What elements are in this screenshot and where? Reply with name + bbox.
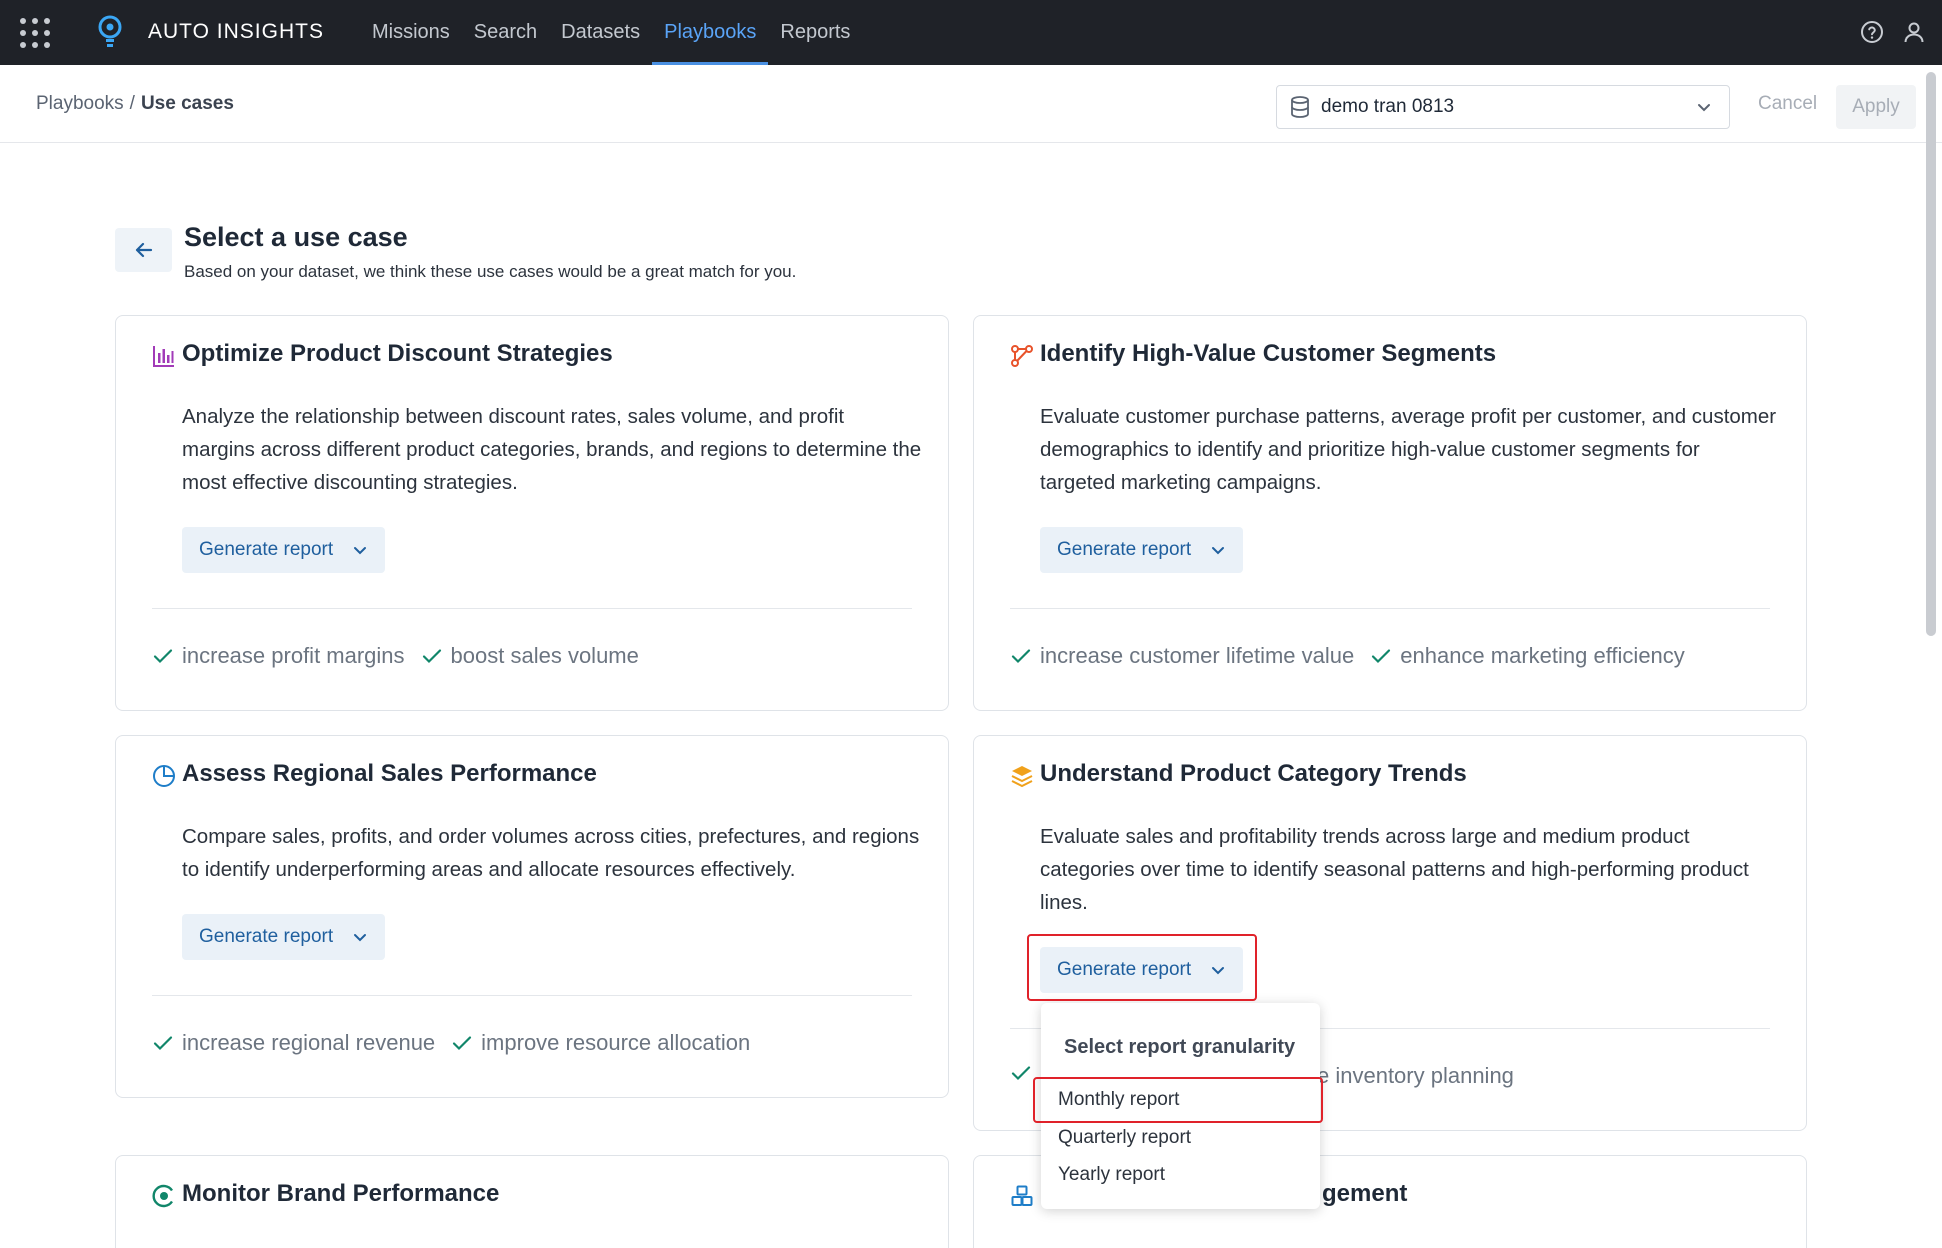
check-icon [153, 1036, 173, 1051]
use-case-card-discount: Optimize Product Discount Strategies Ana… [115, 315, 949, 711]
back-button[interactable] [115, 228, 172, 272]
benefit-item: enhance marketing efficiency [1370, 643, 1685, 669]
check-icon [453, 1036, 472, 1051]
card-description: Evaluate customer purchase patterns, ave… [1040, 405, 1777, 494]
bar-chart-icon [153, 346, 174, 367]
chevron-down-icon [1212, 547, 1224, 555]
cancel-button[interactable]: Cancel [1758, 93, 1817, 115]
quarterly-report-option[interactable]: Quarterly report [1058, 1127, 1191, 1149]
segments-icon [1011, 345, 1033, 367]
generate-report-label: Generate report [1057, 539, 1192, 560]
benefit-item: increase profit margins [152, 643, 405, 669]
card-divider [152, 608, 912, 609]
card-divider [1010, 608, 1770, 609]
card-title: Understand Product Category Trends [1040, 760, 1467, 787]
generate-report-label: Generate report [1057, 959, 1192, 980]
check-icon [1372, 649, 1391, 664]
generate-report-button[interactable]: Generate report [182, 914, 385, 960]
chevron-down-icon [354, 547, 366, 555]
card-title: Identify High-Value Customer Segments [1040, 340, 1497, 367]
nav-reports[interactable]: Reports [768, 0, 862, 65]
nav-search[interactable]: Search [462, 0, 549, 65]
chevron-down-icon [1698, 104, 1710, 112]
nav-missions[interactable]: Missions [360, 0, 462, 65]
check-icon [422, 649, 441, 664]
dropdown-title: Select report granularity [1064, 1036, 1296, 1058]
arrow-left-icon [135, 242, 152, 258]
generate-report-button[interactable]: Generate report [1040, 947, 1243, 993]
lightbulb-logo-icon [98, 15, 122, 47]
boxes-icon [1011, 1185, 1033, 1206]
check-icon [1011, 1066, 1031, 1081]
chevron-down-icon [1212, 967, 1224, 975]
benefits-list: increase regional revenue improve resour… [152, 1030, 766, 1056]
brand-icon [152, 1184, 174, 1208]
breadcrumb-separator: / [129, 93, 135, 114]
top-navigation-bar: AUTO INSIGHTS Missions Search Datasets P… [0, 0, 1942, 65]
card-title: Assess Regional Sales Performance [182, 760, 597, 787]
benefit-text: boost sales volume [450, 643, 639, 668]
card-title-partial: gement [1322, 1180, 1408, 1207]
use-case-card-customer-segments: Identify High-Value Customer Segments Ev… [973, 315, 1807, 711]
benefit-text: increase regional revenue [182, 1030, 436, 1055]
generate-report-button[interactable]: Generate report [1040, 527, 1243, 573]
use-case-card-regional-sales: Assess Regional Sales Performance Compar… [115, 735, 949, 1098]
help-icon[interactable] [1860, 20, 1884, 44]
benefit-item: increase regional revenue [152, 1030, 435, 1056]
database-icon [1291, 96, 1309, 118]
dataset-select-value: demo tran 0813 [1321, 96, 1455, 117]
brand-name: AUTO INSIGHTS [148, 20, 324, 43]
nav-playbooks[interactable]: Playbooks [652, 0, 769, 65]
card-description: Compare sales, profits, and order volume… [182, 825, 920, 881]
check-icon [1011, 649, 1031, 664]
monthly-report-option[interactable]: Monthly report [1058, 1089, 1179, 1111]
user-icon[interactable] [1902, 20, 1926, 44]
generate-report-button[interactable]: Generate report [182, 527, 385, 573]
benefit-text: increase profit margins [182, 643, 405, 668]
main-nav: Missions Search Datasets Playbooks Repor… [360, 0, 862, 65]
apps-grid-icon[interactable] [20, 18, 50, 48]
page-subtitle: Based on your dataset, we think these us… [184, 262, 797, 281]
nav-datasets[interactable]: Datasets [549, 0, 652, 65]
page-title: Select a use case [184, 222, 408, 252]
report-granularity-dropdown: Select report granularity Monthly report… [1041, 1003, 1320, 1209]
benefit-item: boost sales volume [421, 643, 639, 669]
scrollbar-thumb[interactable] [1926, 72, 1936, 636]
breadcrumb-use-cases: Use cases [140, 93, 234, 114]
generate-report-label: Generate report [199, 926, 334, 947]
benefits-list: increase profit margins boost sales volu… [152, 643, 655, 669]
benefit-item: improve resource allocation [451, 1030, 750, 1056]
use-case-card-brand-performance: Monitor Brand Performance [115, 1155, 949, 1248]
check-icon [153, 649, 173, 664]
benefit-text-partial: e inventory planning [1317, 1063, 1514, 1089]
yearly-report-option[interactable]: Yearly report [1058, 1164, 1165, 1186]
benefits-list: increase customer lifetime value enhance… [1010, 643, 1701, 669]
breadcrumb: Playbooks / Use cases [36, 93, 234, 115]
pie-chart-icon [153, 765, 175, 787]
benefit-text: e inventory planning [1317, 1063, 1514, 1088]
card-title: Monitor Brand Performance [182, 1180, 500, 1207]
dataset-select[interactable]: demo tran 0813 [1276, 85, 1730, 129]
card-divider [152, 995, 912, 996]
card-description: Analyze the relationship between discoun… [182, 405, 922, 494]
benefit-text: increase customer lifetime value [1040, 643, 1355, 668]
sub-header: Playbooks / Use cases demo tran 0813 [0, 65, 1942, 143]
benefit-item: increase customer lifetime value [1010, 643, 1354, 669]
breadcrumb-playbooks[interactable]: Playbooks [36, 93, 124, 114]
chevron-down-icon [354, 934, 366, 942]
benefit-text: improve resource allocation [481, 1030, 751, 1055]
card-description: Evaluate sales and profitability trends … [1040, 825, 1749, 914]
benefit-item [1010, 1062, 1040, 1084]
generate-report-label: Generate report [199, 539, 334, 560]
card-title: Optimize Product Discount Strategies [182, 340, 613, 367]
layers-icon [1011, 766, 1033, 788]
apply-button[interactable]: Apply [1836, 85, 1916, 129]
benefit-text: enhance marketing efficiency [1400, 643, 1685, 668]
